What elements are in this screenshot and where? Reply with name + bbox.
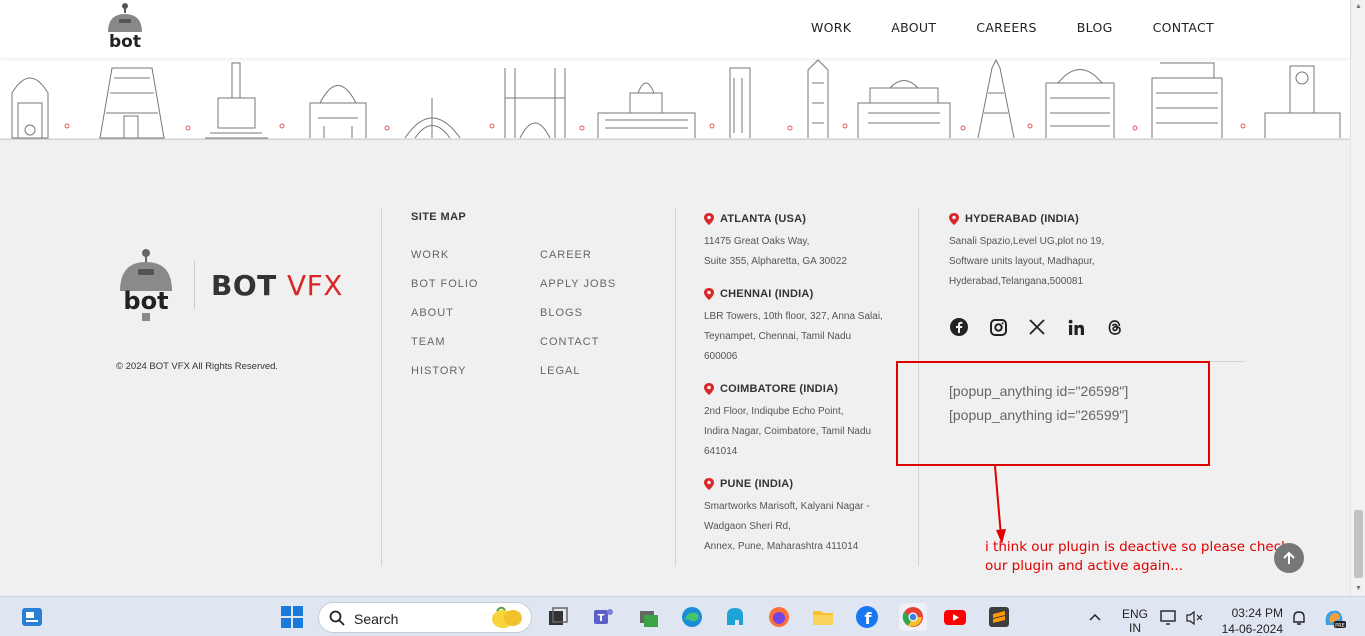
annotation-highlight-box	[896, 361, 1210, 466]
copyright-text: © 2024 BOT VFX All Rights Reserved.	[116, 361, 279, 372]
windows-start-icon[interactable]	[280, 605, 304, 629]
search-icon	[329, 610, 345, 626]
svg-text:T: T	[598, 613, 605, 624]
svg-text:PRE: PRE	[1335, 623, 1345, 629]
scrollbar-thumb[interactable]	[1354, 510, 1363, 578]
sitemap-column: CAREER APPLY JOBS BLOGS CONTACT LEGAL	[540, 249, 616, 394]
sublime-text-icon[interactable]	[987, 605, 1011, 629]
clock[interactable]: 03:24 PM 14-06-2024	[1219, 605, 1283, 636]
threads-icon[interactable]	[1105, 317, 1125, 337]
location-pin-icon	[704, 478, 714, 490]
location-pin-icon	[704, 383, 714, 395]
nav-work[interactable]: WORK	[811, 20, 851, 35]
notification-bell-icon[interactable]	[1291, 610, 1307, 629]
brand-divider	[194, 261, 195, 309]
scroll-to-top-button[interactable]	[1274, 543, 1304, 573]
sitemap-column: WORK BOT FOLIO ABOUT TEAM HISTORY	[411, 249, 478, 394]
show-hidden-icons-chevron-icon[interactable]	[1088, 610, 1102, 627]
nav-careers[interactable]: CAREERS	[976, 20, 1036, 35]
office-address: 2nd Floor, Indiqube Echo Point, Indira N…	[704, 406, 872, 457]
sitemap-link-career[interactable]: CAREER	[540, 249, 616, 278]
photos-sync-icon[interactable]	[636, 605, 660, 629]
office-title: HYDERABAD (INDIA)	[949, 213, 1104, 225]
task-view-icon[interactable]	[546, 605, 570, 629]
scroll-up-arrow[interactable]: ▲	[1354, 3, 1363, 11]
linkedin-icon[interactable]	[1066, 317, 1086, 337]
site-footer: bot BOT VFX © 2024 BOT VFX All Rights Re…	[0, 140, 1350, 596]
office-pune: PUNE (INDIA) Smartworks Marisoft, Kalyan…	[704, 478, 870, 557]
language-indicator[interactable]: ENG IN	[1122, 607, 1148, 635]
edge-icon[interactable]	[680, 605, 704, 629]
taskbar-search[interactable]: Search	[318, 602, 532, 633]
svg-text:bot: bot	[123, 287, 168, 315]
footer-brand[interactable]: bot BOT VFX	[116, 247, 343, 323]
network-icon[interactable]	[1160, 610, 1178, 629]
annotation-arrow	[994, 466, 1006, 544]
svg-text:bot: bot	[109, 32, 141, 52]
column-divider	[675, 208, 676, 566]
volume-muted-icon[interactable]	[1186, 610, 1204, 629]
copilot-icon[interactable]: PRE	[1322, 607, 1346, 632]
office-coimbatore: COIMBATORE (INDIA) 2nd Floor, Indiqube E…	[704, 383, 871, 462]
firefox-icon[interactable]	[767, 605, 791, 629]
sitemap-link-about[interactable]: ABOUT	[411, 307, 478, 336]
nav-contact[interactable]: CONTACT	[1153, 20, 1214, 35]
office-address: Sanali Spazio,Level UG,plot no 19, Softw…	[949, 236, 1105, 287]
sitemap-link-contact[interactable]: CONTACT	[540, 336, 616, 365]
widgets-icon[interactable]	[20, 605, 44, 629]
sitemap-link-work[interactable]: WORK	[411, 249, 478, 278]
office-hyderabad: HYDERABAD (INDIA) Sanali Spazio,Level UG…	[949, 213, 1104, 292]
office-address: Smartworks Marisoft, Kalyani Nagar - Wad…	[704, 501, 870, 552]
social-links	[949, 317, 1125, 337]
bot-logo: bot	[120, 249, 172, 321]
bot-logo[interactable]: bot	[103, 2, 147, 54]
sitemap-link-bot-folio[interactable]: BOT FOLIO	[411, 278, 478, 307]
arrow-up-icon	[1283, 551, 1295, 564]
search-label: Search	[354, 611, 399, 627]
office-address: 11475 Great Oaks Way, Suite 355, Alphare…	[704, 236, 847, 267]
office-atlanta: ATLANTA (USA) 11475 Great Oaks Way, Suit…	[704, 213, 847, 272]
page-scrollbar[interactable]: ▲ ▼	[1350, 0, 1365, 596]
nav-blog[interactable]: BLOG	[1077, 20, 1113, 35]
youtube-icon[interactable]	[943, 605, 967, 629]
nav-about[interactable]: ABOUT	[891, 20, 936, 35]
office-title: PUNE (INDIA)	[704, 478, 870, 490]
location-pin-icon	[704, 213, 714, 225]
site-header: bot WORK ABOUT CAREERS BLOG CONTACT	[0, 0, 1350, 58]
location-pin-icon	[949, 213, 959, 225]
city-skyline-illustration	[0, 58, 1350, 140]
windows-taskbar: Search T f ENG IN 03:24 PM 14-06-2024 PR…	[0, 596, 1365, 636]
office-title: COIMBATORE (INDIA)	[704, 383, 871, 395]
sitemap-link-history[interactable]: HISTORY	[411, 365, 478, 394]
sitemap-link-blogs[interactable]: BLOGS	[540, 307, 616, 336]
scroll-down-arrow[interactable]: ▼	[1354, 585, 1363, 593]
facebook-icon[interactable]	[949, 317, 969, 337]
office-chennai: CHENNAI (INDIA) LBR Towers, 10th floor, …	[704, 288, 883, 367]
teams-icon[interactable]: T	[591, 605, 615, 629]
office-title: CHENNAI (INDIA)	[704, 288, 883, 300]
main-nav: WORK ABOUT CAREERS BLOG CONTACT	[771, 20, 1214, 35]
column-divider	[381, 208, 382, 566]
svg-text:f: f	[865, 609, 873, 628]
file-explorer-icon[interactable]	[811, 605, 835, 629]
x-icon[interactable]	[1027, 317, 1047, 337]
brand-name: BOT VFX	[211, 268, 343, 302]
sitemap-link-apply-jobs[interactable]: APPLY JOBS	[540, 278, 616, 307]
facebook-app-icon[interactable]: f	[855, 605, 879, 629]
annotation-note: i think our plugin is deactive so please…	[985, 539, 1289, 574]
office-address: LBR Towers, 10th floor, 327, Anna Salai,…	[704, 311, 883, 362]
instagram-icon[interactable]	[988, 317, 1008, 337]
sitemap-link-team[interactable]: TEAM	[411, 336, 478, 365]
sitemap-title: SITE MAP	[411, 211, 467, 223]
elephant-app-icon[interactable]	[723, 605, 747, 629]
sitemap-link-legal[interactable]: LEGAL	[540, 365, 616, 394]
location-pin-icon	[704, 288, 714, 300]
chrome-icon[interactable]	[899, 603, 927, 631]
lemon-search-highlight-icon	[492, 606, 522, 628]
office-title: ATLANTA (USA)	[704, 213, 847, 225]
